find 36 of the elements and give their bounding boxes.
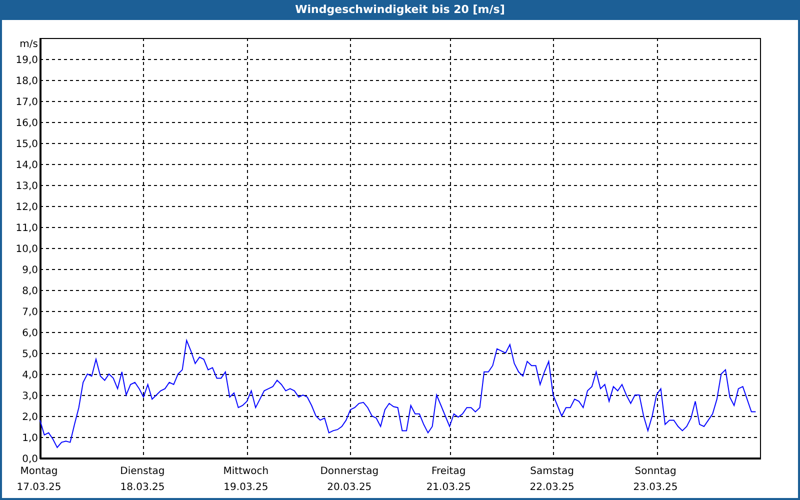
x-tick-date: 17.03.25 bbox=[16, 482, 62, 493]
y-tick-label: 18,0 bbox=[16, 76, 38, 87]
x-tick-label: Freitag bbox=[431, 466, 466, 477]
y-tick-label: 0,0 bbox=[22, 454, 38, 465]
x-tick-date: 18.03.25 bbox=[120, 482, 165, 493]
x-tick-date: 19.03.25 bbox=[224, 482, 268, 493]
y-tick-label: 4,0 bbox=[22, 370, 38, 381]
x-tick-label: Donnerstag bbox=[320, 466, 379, 477]
window-title: Windgeschwindigkeit bis 20 [m/s] bbox=[295, 2, 505, 18]
x-tick-label: Mittwoch bbox=[223, 466, 269, 477]
y-tick-label: 7,0 bbox=[22, 307, 38, 318]
x-tick-date: 20.03.25 bbox=[327, 482, 372, 493]
y-tick-label: 13,0 bbox=[16, 181, 38, 192]
y-tick-label: 15,0 bbox=[16, 139, 38, 150]
y-tick-label: 10,0 bbox=[16, 244, 38, 255]
y-tick-label: 9,0 bbox=[22, 265, 38, 276]
x-tick-date: 21.03.25 bbox=[426, 482, 471, 493]
y-tick-label: 3,0 bbox=[22, 391, 38, 402]
y-tick-label: 2,0 bbox=[22, 412, 38, 423]
x-tick-date: 23.03.25 bbox=[633, 482, 678, 493]
y-tick-label: 1,0 bbox=[22, 433, 38, 444]
y-tick-label: 16,0 bbox=[16, 118, 38, 129]
x-tick-label: Montag bbox=[20, 466, 58, 477]
y-tick-label: 19,0 bbox=[16, 55, 38, 66]
x-tick-label: Samstag bbox=[530, 466, 574, 477]
x-tick-label: Sonntag bbox=[634, 466, 676, 477]
y-tick-label: 8,0 bbox=[22, 286, 38, 297]
x-tick-date: 22.03.25 bbox=[530, 482, 574, 493]
y-tick-label: 17,0 bbox=[16, 97, 38, 108]
y-tick-label: 6,0 bbox=[22, 328, 38, 339]
x-tick-label: Dienstag bbox=[120, 466, 165, 477]
y-axis-unit: m/s bbox=[20, 39, 38, 50]
y-tick-label: 12,0 bbox=[16, 202, 38, 213]
y-tick-label: 5,0 bbox=[22, 349, 38, 360]
y-tick-label: 14,0 bbox=[16, 160, 38, 171]
y-tick-label: 11,0 bbox=[16, 223, 38, 234]
